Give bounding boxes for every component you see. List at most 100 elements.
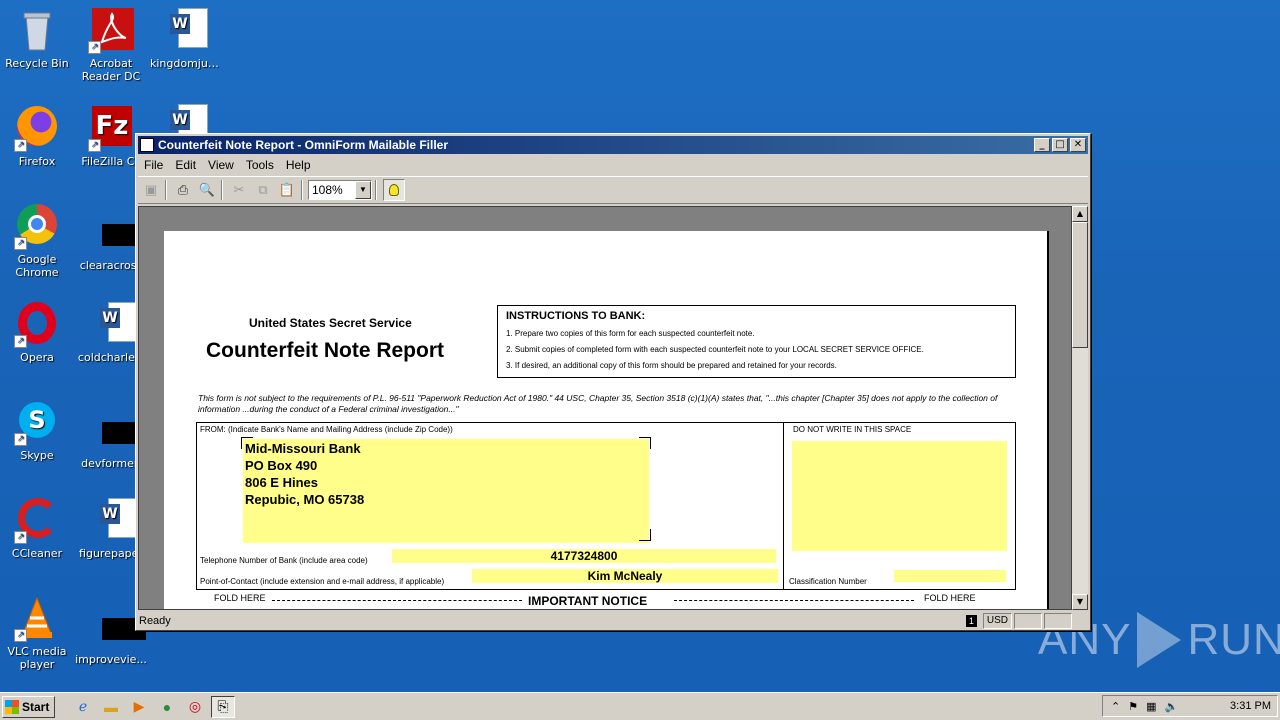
omniform-taskbar-button[interactable]: ⎘	[211, 695, 235, 718]
print-preview-icon[interactable]: 🔍	[196, 179, 218, 201]
status-bar: Ready 1 USD	[138, 612, 1088, 630]
desktop-icon-label: Opera	[20, 351, 54, 364]
desktop-icon-label: Skype	[20, 449, 54, 462]
redacted-icon	[88, 408, 146, 454]
acrobat-icon: ↗	[88, 8, 134, 54]
omniform-window: Counterfeit Note Report - OmniForm Maila…	[135, 133, 1091, 631]
phone-field[interactable]: 4177324800	[392, 549, 776, 563]
system-tray: ⌃ ⚑ ▦ 🔈 3:31 PM	[1102, 695, 1278, 717]
fold-here-left: FOLD HERE	[214, 593, 266, 603]
zoom-select[interactable]: 108% ▼	[308, 180, 372, 200]
scroll-down-icon[interactable]: ▼	[1072, 594, 1088, 610]
desktop-icon-acrobat[interactable]: ↗ Acrobat Reader DC	[74, 8, 148, 83]
word-document-icon: W	[88, 302, 138, 348]
menu-view[interactable]: View	[202, 158, 240, 172]
window-titlebar[interactable]: Counterfeit Note Report - OmniForm Maila…	[138, 136, 1088, 154]
close-button[interactable]: ✕	[1070, 138, 1086, 152]
shortcut-arrow-icon: ↗	[14, 335, 27, 348]
menu-help[interactable]: Help	[280, 158, 317, 172]
save-icon[interactable]: ▣	[140, 179, 162, 201]
window-title: Counterfeit Note Report - OmniForm Maila…	[158, 138, 449, 152]
address-line: Repubic, MO 65738	[245, 492, 365, 507]
recycle-bin-icon	[14, 8, 60, 54]
explorer-folder-icon[interactable]: ▬	[99, 696, 123, 718]
desktop-icon-label: kingdomjust...	[150, 57, 224, 70]
shortcut-arrow-icon: ↗	[14, 237, 27, 250]
desktop-icon-opera[interactable]: ↗ Opera	[0, 302, 74, 364]
form-title: Counterfeit Note Report	[206, 339, 444, 362]
watermark-right: RUN	[1187, 615, 1280, 664]
start-label: Start	[22, 699, 50, 714]
maximize-button[interactable]: □	[1052, 138, 1068, 152]
desktop-icon-label: Recycle Bin	[5, 57, 69, 70]
media-player-icon[interactable]: ▶	[127, 696, 151, 718]
cut-icon[interactable]: ✂	[228, 179, 250, 201]
zoom-value: 108%	[312, 183, 343, 197]
status-pane	[1044, 613, 1072, 629]
play-logo-icon	[1137, 612, 1182, 668]
instruction-item: 2. Submit copies of completed form with …	[506, 345, 924, 354]
instructions-heading: INSTRUCTIONS TO BANK:	[506, 310, 646, 322]
clock[interactable]: 3:31 PM	[1230, 700, 1271, 712]
address-field[interactable]: Mid-Missouri Bank PO Box 490 806 E Hines…	[243, 439, 649, 543]
action-center-flag-icon[interactable]: ⚑	[1128, 700, 1138, 713]
desktop-icon-label: Google	[17, 253, 57, 266]
desktop-icon-label: CCleaner	[11, 547, 63, 560]
form-page: United States Secret Service Counterfeit…	[164, 231, 1049, 609]
phone-label: Telephone Number of Bank (include area c…	[200, 556, 368, 565]
desktop-icon-kingdomjust[interactable]: W kingdomjust...	[150, 8, 224, 70]
menu-tools[interactable]: Tools	[240, 158, 280, 172]
shortcut-arrow-icon: ↗	[14, 629, 27, 642]
classification-label: Classification Number	[789, 577, 867, 586]
address-corner-mark	[639, 437, 651, 449]
taskbar: Start ℯ ▬ ▶ ● ◎ ⎘ ⌃ ⚑ ▦ 🔈 3:31 PM	[0, 692, 1280, 720]
agency-name: United States Secret Service	[249, 316, 412, 330]
desktop-icon-ccleaner[interactable]: ↗ CCleaner	[0, 498, 74, 560]
toolbar: ▣ ⎙ 🔍 ✂ ⧉ 📋 108% ▼	[138, 176, 1088, 204]
internet-explorer-icon[interactable]: ℯ	[71, 696, 95, 718]
desktop-icon-label: Reader DC	[81, 70, 141, 83]
resize-grip-icon[interactable]	[1074, 613, 1088, 629]
desktop-icon-skype[interactable]: S ↗ Skype	[0, 400, 74, 462]
toolbar-separator	[221, 180, 223, 200]
volume-icon[interactable]: 🔈	[1165, 700, 1179, 713]
network-icon[interactable]: ▦	[1146, 700, 1156, 713]
chrome-taskbar-icon[interactable]: ●	[155, 696, 179, 718]
windows-logo-icon	[5, 699, 19, 714]
tray-expand-icon[interactable]: ⌃	[1111, 700, 1120, 713]
desktop-icon-label: Chrome	[15, 266, 59, 279]
classification-field[interactable]	[894, 570, 1006, 582]
instructions-box: INSTRUCTIONS TO BANK: 1. Prepare two cop…	[497, 305, 1016, 378]
desktop-icon-label: Acrobat	[89, 57, 133, 70]
print-icon[interactable]: ⎙	[172, 179, 194, 201]
lightbulb-icon[interactable]	[383, 179, 405, 201]
desktop-icon-vlc[interactable]: ↗ VLC media player	[0, 596, 74, 671]
redacted-icon	[88, 210, 146, 256]
desktop-icon-recycle-bin[interactable]: Recycle Bin	[0, 8, 74, 70]
desktop-icon-label: VLC media	[7, 645, 67, 658]
copy-icon[interactable]: ⧉	[252, 179, 274, 201]
scroll-up-icon[interactable]: ▲	[1072, 206, 1088, 222]
page-number: 1	[965, 615, 977, 627]
menu-edit[interactable]: Edit	[169, 158, 202, 172]
fold-dashed-line	[674, 600, 914, 601]
chevron-down-icon[interactable]: ▼	[355, 181, 371, 199]
scroll-thumb[interactable]	[1072, 222, 1088, 348]
desktop-icon-label: player	[19, 658, 55, 671]
vertical-scrollbar[interactable]: ▲ ▼	[1072, 206, 1088, 610]
menu-file[interactable]: File	[138, 158, 169, 172]
section-divider	[783, 423, 784, 589]
desktop-icon-chrome[interactable]: ↗ Google Chrome	[0, 204, 74, 279]
address-line: 806 E Hines	[245, 475, 318, 490]
contact-field[interactable]: Kim McNealy	[472, 569, 778, 583]
omniform-app-icon	[140, 138, 154, 152]
start-button[interactable]: Start	[2, 695, 55, 718]
official-use-field[interactable]	[792, 441, 1007, 551]
opera-icon: ↗	[14, 302, 60, 348]
paste-icon[interactable]: 📋	[276, 179, 298, 201]
desktop-icon-word-doc[interactable]: W	[150, 104, 224, 134]
from-label: FROM: (Indicate Bank's Name and Mailing …	[200, 425, 453, 434]
desktop-icon-firefox[interactable]: ↗ Firefox	[0, 106, 74, 168]
minimize-button[interactable]: _	[1034, 138, 1050, 152]
opera-taskbar-icon[interactable]: ◎	[183, 696, 207, 718]
